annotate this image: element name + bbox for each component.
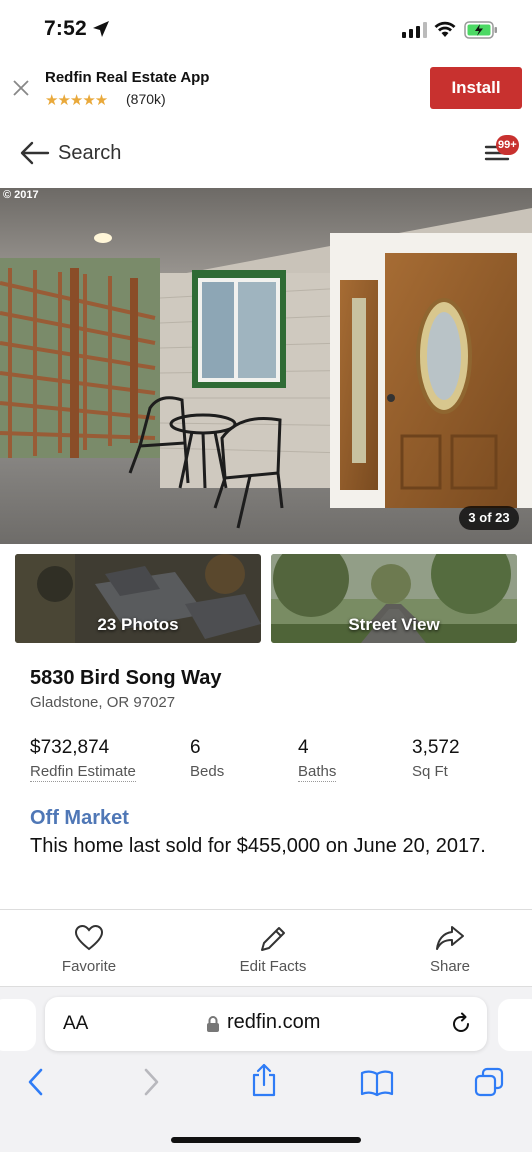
back-to-search-link[interactable]: Search bbox=[58, 142, 121, 165]
porch-door-image bbox=[0, 188, 532, 544]
notification-badge: 99+ bbox=[496, 135, 519, 155]
stat-estimate[interactable]: $732,874 Redfin Estimate bbox=[30, 737, 136, 782]
clock: 7:52 bbox=[44, 17, 87, 40]
reload-icon[interactable] bbox=[449, 1012, 473, 1036]
baths-value: 4 bbox=[298, 737, 309, 758]
tabs-icon[interactable] bbox=[474, 1067, 504, 1097]
previous-tab-preview[interactable] bbox=[0, 999, 36, 1051]
browser-chrome: AA redfin.com bbox=[0, 986, 532, 1152]
share-label: Share bbox=[429, 958, 471, 975]
stat-beds: 6 Beds bbox=[190, 737, 224, 781]
rating-stars: ★★★★★ bbox=[45, 92, 108, 109]
baths-label: Baths bbox=[298, 763, 337, 782]
share-button[interactable]: Share bbox=[390, 924, 510, 975]
status-bar: 7:52 bbox=[0, 0, 532, 60]
location-arrow-icon bbox=[93, 21, 109, 37]
edit-facts-button[interactable]: Edit Facts bbox=[213, 924, 333, 975]
back-arrow-icon[interactable] bbox=[20, 140, 50, 166]
stat-baths[interactable]: 4 Baths bbox=[298, 737, 337, 782]
battery-charging-icon bbox=[464, 21, 497, 39]
edit-facts-label: Edit Facts bbox=[239, 958, 307, 975]
browser-forward-icon[interactable] bbox=[141, 1067, 161, 1097]
rating-count: (870k) bbox=[126, 91, 166, 107]
share-arrow-icon bbox=[436, 926, 464, 950]
cellular-signal-icon bbox=[402, 22, 427, 38]
sqft-label: Sq Ft bbox=[412, 763, 448, 780]
property-city: Gladstone, OR 97027 bbox=[30, 694, 176, 711]
divider bbox=[0, 909, 532, 910]
install-button[interactable]: Install bbox=[430, 67, 522, 109]
all-photos-button[interactable]: 23 Photos bbox=[15, 554, 261, 643]
pencil-icon bbox=[261, 927, 285, 951]
address-bar[interactable]: AA redfin.com bbox=[45, 997, 487, 1051]
estimate-label: Redfin Estimate bbox=[30, 763, 136, 782]
photo-counter: 3 of 23 bbox=[459, 506, 519, 530]
browser-back-icon[interactable] bbox=[26, 1067, 46, 1097]
photo-copyright: © 2017 bbox=[3, 189, 39, 201]
lock-icon bbox=[207, 1016, 219, 1032]
street-view-button[interactable]: Street View bbox=[271, 554, 517, 643]
next-tab-preview[interactable] bbox=[498, 999, 532, 1051]
listing-status: Off Market bbox=[30, 807, 129, 829]
reader-settings-button[interactable]: AA bbox=[63, 1013, 88, 1035]
sqft-value: 3,572 bbox=[412, 737, 460, 758]
beds-value: 6 bbox=[190, 737, 201, 758]
bookmarks-icon[interactable] bbox=[360, 1069, 394, 1097]
banner-app-title: Redfin Real Estate App bbox=[45, 69, 210, 86]
url-text: redfin.com bbox=[227, 1011, 321, 1033]
last-sold-text: This home last sold for $455,000 on June… bbox=[30, 835, 486, 857]
close-icon[interactable] bbox=[12, 79, 30, 97]
street-view-label: Street View bbox=[348, 615, 440, 634]
heart-icon bbox=[74, 924, 104, 951]
favorite-label: Favorite bbox=[61, 958, 117, 975]
stat-sqft: 3,572 Sq Ft bbox=[412, 737, 460, 781]
property-photo[interactable]: © 2017 bbox=[0, 188, 532, 544]
beds-label: Beds bbox=[190, 763, 225, 780]
favorite-button[interactable]: Favorite bbox=[29, 924, 149, 975]
top-nav: Search 99+ bbox=[0, 128, 532, 182]
property-address: 5830 Bird Song Way bbox=[30, 667, 222, 689]
wifi-icon bbox=[434, 21, 456, 37]
home-indicator bbox=[171, 1137, 361, 1143]
share-sheet-icon[interactable] bbox=[250, 1063, 278, 1097]
photos-count-label: 23 Photos bbox=[97, 615, 179, 634]
estimate-value: $732,874 bbox=[30, 737, 110, 758]
